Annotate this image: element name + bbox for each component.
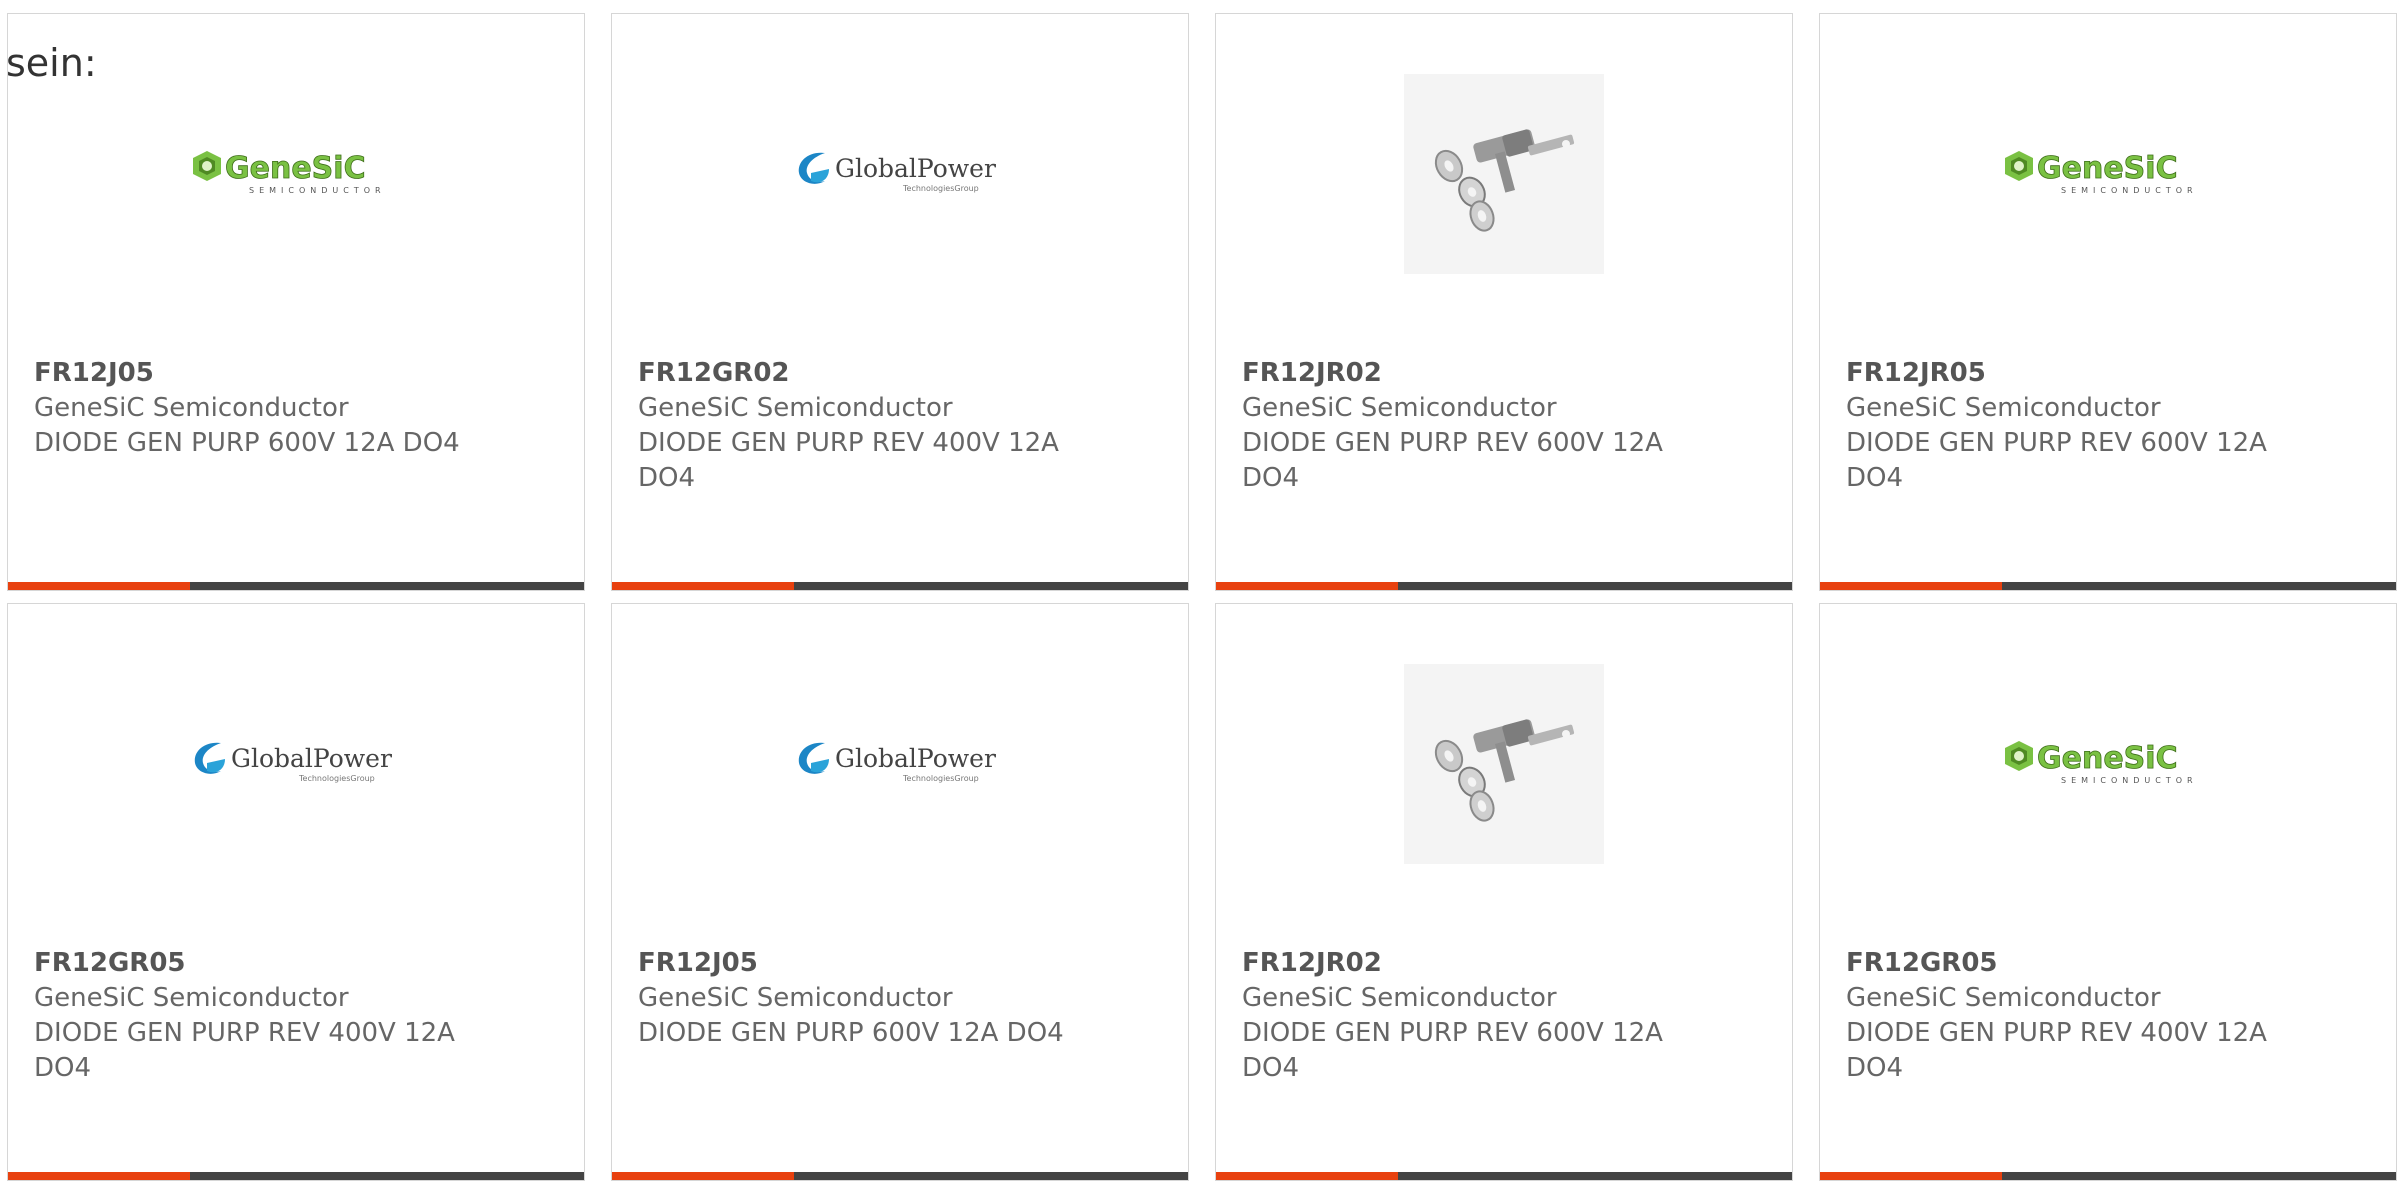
manufacturer: GeneSiC Semiconductor [34, 393, 349, 423]
card-bar [612, 1172, 1188, 1180]
card-bar [8, 1172, 584, 1180]
part-number[interactable]: FR12JR05 [1846, 356, 2286, 391]
card-bar [1216, 582, 1792, 590]
product-image[interactable]: GeneSiC SEMICONDUCTOR [1820, 659, 2396, 869]
part-number[interactable]: FR12GR02 [638, 356, 1078, 391]
product-image[interactable]: GlobalPower TechnologiesGroup [8, 659, 584, 869]
product-info: FR12J05 GeneSiC Semiconductor DIODE GEN … [34, 356, 474, 461]
manufacturer: GeneSiC Semiconductor [34, 983, 349, 1013]
product-image[interactable]: GeneSiC SEMICONDUCTOR [1820, 69, 2396, 279]
product-image[interactable]: GeneSiC SEMICONDUCTOR [8, 69, 584, 279]
svg-text:SEMICONDUCTOR: SEMICONDUCTOR [2061, 186, 2198, 195]
card-bar [1820, 582, 2396, 590]
svg-text:GlobalPower: GlobalPower [835, 744, 996, 773]
card-bar [1820, 1172, 2396, 1180]
product-info: FR12J05 GeneSiC Semiconductor DIODE GEN … [638, 946, 1078, 1051]
manufacturer: GeneSiC Semiconductor [638, 983, 953, 1013]
product-card[interactable]: GlobalPower TechnologiesGroup FR12J05 Gen… [611, 603, 1189, 1181]
stud-diode-photo [1404, 664, 1604, 864]
genesic-logo: GeneSiCSEMICONDUCTOR [193, 151, 386, 195]
product-info: FR12GR02 GeneSiC Semiconductor DIODE GEN… [638, 356, 1078, 496]
description: DIODE GEN PURP REV 600V 12A DO4 [1846, 428, 2267, 493]
card-bar [612, 582, 1188, 590]
globalpower-logo: GlobalPowerTechnologiesGroup [798, 742, 996, 783]
card-bar-accent [8, 582, 190, 590]
product-image[interactable]: GlobalPower TechnologiesGroup [612, 69, 1188, 279]
page-label: sein: [6, 41, 97, 85]
genesic-logo: GeneSiCSEMICONDUCTOR [2005, 151, 2198, 195]
stud-diode-photo [1404, 74, 1604, 274]
globalpower-logo: GlobalPowerTechnologiesGroup [798, 152, 996, 193]
svg-text:GeneSiC: GeneSiC [2037, 741, 2178, 776]
product-info: FR12JR02 GeneSiC Semiconductor DIODE GEN… [1242, 946, 1682, 1086]
product-card[interactable]: GeneSiC SEMICONDUCTOR FR12JR05 GeneSiC Se… [1819, 13, 2397, 591]
description: DIODE GEN PURP REV 400V 12A DO4 [638, 428, 1059, 493]
svg-text:TechnologiesGroup: TechnologiesGroup [902, 184, 979, 193]
product-info: FR12JR05 GeneSiC Semiconductor DIODE GEN… [1846, 356, 2286, 496]
svg-text:TechnologiesGroup: TechnologiesGroup [902, 774, 979, 783]
part-number[interactable]: FR12JR02 [1242, 946, 1682, 981]
product-card[interactable]: FR12JR02 GeneSiC Semiconductor DIODE GEN… [1215, 603, 1793, 1181]
manufacturer: GeneSiC Semiconductor [1242, 983, 1557, 1013]
card-bar-accent [1216, 1172, 1398, 1180]
product-info: FR12GR05 GeneSiC Semiconductor DIODE GEN… [34, 946, 474, 1086]
manufacturer: GeneSiC Semiconductor [1846, 983, 2161, 1013]
product-card[interactable]: GlobalPower TechnologiesGroup FR12GR02 Ge… [611, 13, 1189, 591]
manufacturer: GeneSiC Semiconductor [1846, 393, 2161, 423]
product-info: FR12GR05 GeneSiC Semiconductor DIODE GEN… [1846, 946, 2286, 1086]
description: DIODE GEN PURP REV 400V 12A DO4 [34, 1018, 455, 1083]
product-image[interactable]: GlobalPower TechnologiesGroup [612, 659, 1188, 869]
svg-text:GeneSiC: GeneSiC [225, 151, 366, 186]
card-bar-accent [1820, 1172, 2002, 1180]
manufacturer: GeneSiC Semiconductor [1242, 393, 1557, 423]
description: DIODE GEN PURP 600V 12A DO4 [34, 428, 460, 458]
genesic-logo: GeneSiCSEMICONDUCTOR [2005, 741, 2198, 785]
part-number[interactable]: FR12JR02 [1242, 356, 1682, 391]
part-number[interactable]: FR12GR05 [34, 946, 474, 981]
part-number[interactable]: FR12GR05 [1846, 946, 2286, 981]
card-bar-accent [612, 1172, 794, 1180]
description: DIODE GEN PURP REV 600V 12A DO4 [1242, 428, 1663, 493]
svg-text:TechnologiesGroup: TechnologiesGroup [298, 774, 375, 783]
description: DIODE GEN PURP REV 600V 12A DO4 [1242, 1018, 1663, 1083]
svg-text:SEMICONDUCTOR: SEMICONDUCTOR [249, 186, 386, 195]
card-bar-accent [1820, 582, 2002, 590]
svg-text:SEMICONDUCTOR: SEMICONDUCTOR [2061, 776, 2198, 785]
globalpower-logo: GlobalPowerTechnologiesGroup [194, 742, 392, 783]
product-card[interactable]: GeneSiC SEMICONDUCTOR FR12GR05 GeneSiC Se… [1819, 603, 2397, 1181]
product-info: FR12JR02 GeneSiC Semiconductor DIODE GEN… [1242, 356, 1682, 496]
card-bar-accent [612, 582, 794, 590]
svg-text:GlobalPower: GlobalPower [835, 154, 996, 183]
card-bar [1216, 1172, 1792, 1180]
product-card[interactable]: GlobalPower TechnologiesGroup FR12GR05 Ge… [7, 603, 585, 1181]
product-card[interactable]: GeneSiC SEMICONDUCTOR FR12J05 GeneSiC Sem… [7, 13, 585, 591]
card-bar-accent [1216, 582, 1398, 590]
svg-text:GeneSiC: GeneSiC [2037, 151, 2178, 186]
card-bar-accent [8, 1172, 190, 1180]
product-image[interactable] [1216, 69, 1792, 279]
part-number[interactable]: FR12J05 [638, 946, 1078, 981]
product-card[interactable]: FR12JR02 GeneSiC Semiconductor DIODE GEN… [1215, 13, 1793, 591]
manufacturer: GeneSiC Semiconductor [638, 393, 953, 423]
description: DIODE GEN PURP REV 400V 12A DO4 [1846, 1018, 2267, 1083]
part-number[interactable]: FR12J05 [34, 356, 474, 391]
product-image[interactable] [1216, 659, 1792, 869]
description: DIODE GEN PURP 600V 12A DO4 [638, 1018, 1064, 1048]
svg-text:GlobalPower: GlobalPower [231, 744, 392, 773]
card-bar [8, 582, 584, 590]
